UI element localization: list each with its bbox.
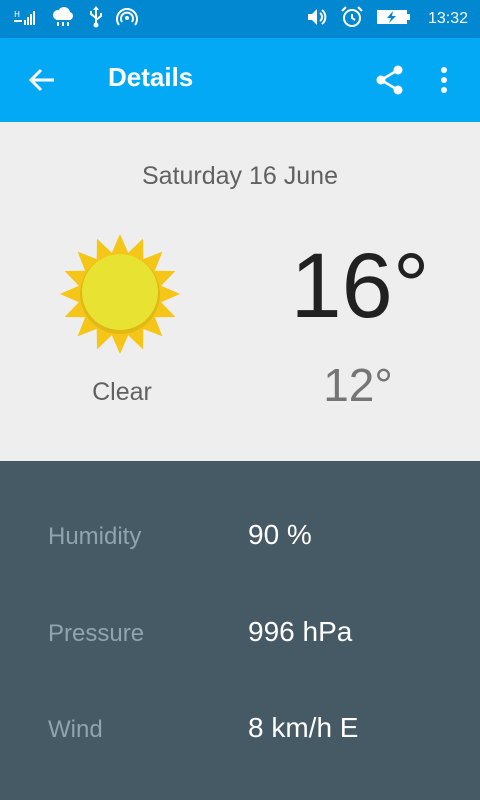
- detail-value: 996 hPa: [248, 616, 353, 647]
- signal-icon: H: [14, 8, 38, 30]
- forecast-date: Saturday 16 June: [142, 162, 338, 190]
- high-temperature: 16°: [290, 235, 430, 337]
- weather-condition: Clear: [92, 378, 152, 406]
- svg-text:H: H: [14, 10, 20, 19]
- hotspot-icon: [116, 6, 138, 32]
- arrow-left-icon[interactable]: [28, 66, 56, 94]
- usb-icon: [88, 6, 104, 32]
- status-right: 13:32: [306, 5, 468, 33]
- detail-label: Humidity: [48, 523, 142, 550]
- app-bar: Details: [0, 38, 480, 122]
- more-vert-icon[interactable]: [432, 64, 456, 96]
- detail-value: 90 %: [248, 519, 312, 550]
- page-title: Details: [108, 62, 194, 92]
- cloud-rain-icon: [50, 6, 76, 32]
- volume-icon: [306, 6, 328, 32]
- low-temperature: 12°: [323, 359, 393, 411]
- detail-row-humidity: Humidity 90 %: [0, 513, 480, 563]
- status-time: 13:32: [427, 10, 468, 27]
- share-icon[interactable]: [374, 64, 406, 96]
- sun-icon: [58, 232, 182, 356]
- detail-row-pressure: Pressure 996 hPa: [0, 610, 480, 660]
- detail-row-wind: Wind 8 km/h E: [0, 706, 480, 756]
- detail-value: 8 km/h E: [248, 712, 359, 743]
- detail-label: Wind: [48, 716, 103, 743]
- forecast-summary: Saturday 16 June Clear 16° 12°: [0, 122, 480, 461]
- status-left: H: [14, 6, 138, 32]
- details-panel: Humidity 90 % Pressure 996 hPa Wind 8 km…: [0, 461, 480, 800]
- status-bar: H 13:32: [0, 0, 480, 38]
- alarm-icon: [340, 5, 364, 33]
- battery-charging-icon: [376, 7, 412, 31]
- detail-label: Pressure: [48, 620, 145, 647]
